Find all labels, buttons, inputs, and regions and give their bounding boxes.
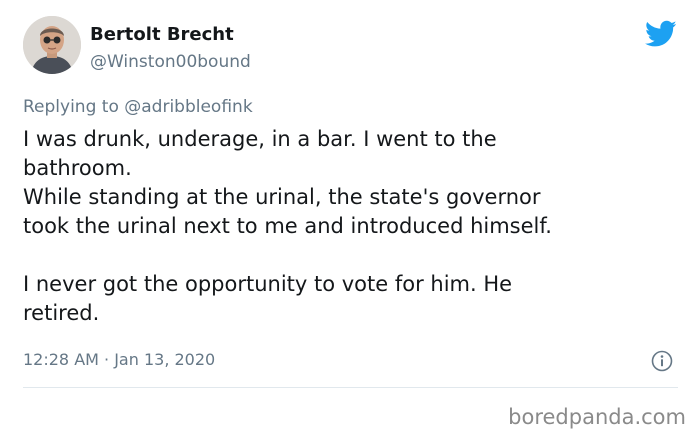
tweet-timestamp[interactable]: 12:28 AM · Jan 13, 2020 bbox=[23, 349, 215, 371]
avatar[interactable] bbox=[23, 16, 81, 74]
twitter-bird-icon[interactable] bbox=[645, 20, 677, 48]
author-display-name[interactable]: Bertolt Brecht bbox=[90, 24, 234, 46]
tweet-card: Bertolt Brecht @Winston00bound Replying … bbox=[0, 0, 700, 400]
info-icon[interactable] bbox=[650, 349, 674, 373]
divider bbox=[23, 387, 678, 388]
tweet-line: took the urinal next to me and introduce… bbox=[23, 214, 552, 238]
tweet-line: bathroom. bbox=[23, 156, 132, 180]
avatar-image bbox=[23, 16, 81, 74]
tweet-line: I was drunk, underage, in a bar. I went … bbox=[23, 127, 497, 151]
author-handle[interactable]: @Winston00bound bbox=[90, 51, 251, 73]
watermark: boredpanda.com bbox=[508, 405, 686, 429]
tweet-line: retired. bbox=[23, 301, 100, 325]
page: Bertolt Brecht @Winston00bound Replying … bbox=[0, 0, 700, 441]
reply-mention-link[interactable]: @adribbleofink bbox=[124, 97, 252, 117]
replying-to-label: Replying to bbox=[23, 97, 125, 117]
tweet-line: While standing at the urinal, the state'… bbox=[23, 185, 541, 209]
replying-to-line: Replying to @adribbleofink bbox=[23, 96, 253, 118]
tweet-blank-line bbox=[23, 241, 688, 270]
tweet-text: I was drunk, underage, in a bar. I went … bbox=[23, 125, 688, 328]
tweet-line: I never got the opportunity to vote for … bbox=[23, 272, 513, 296]
